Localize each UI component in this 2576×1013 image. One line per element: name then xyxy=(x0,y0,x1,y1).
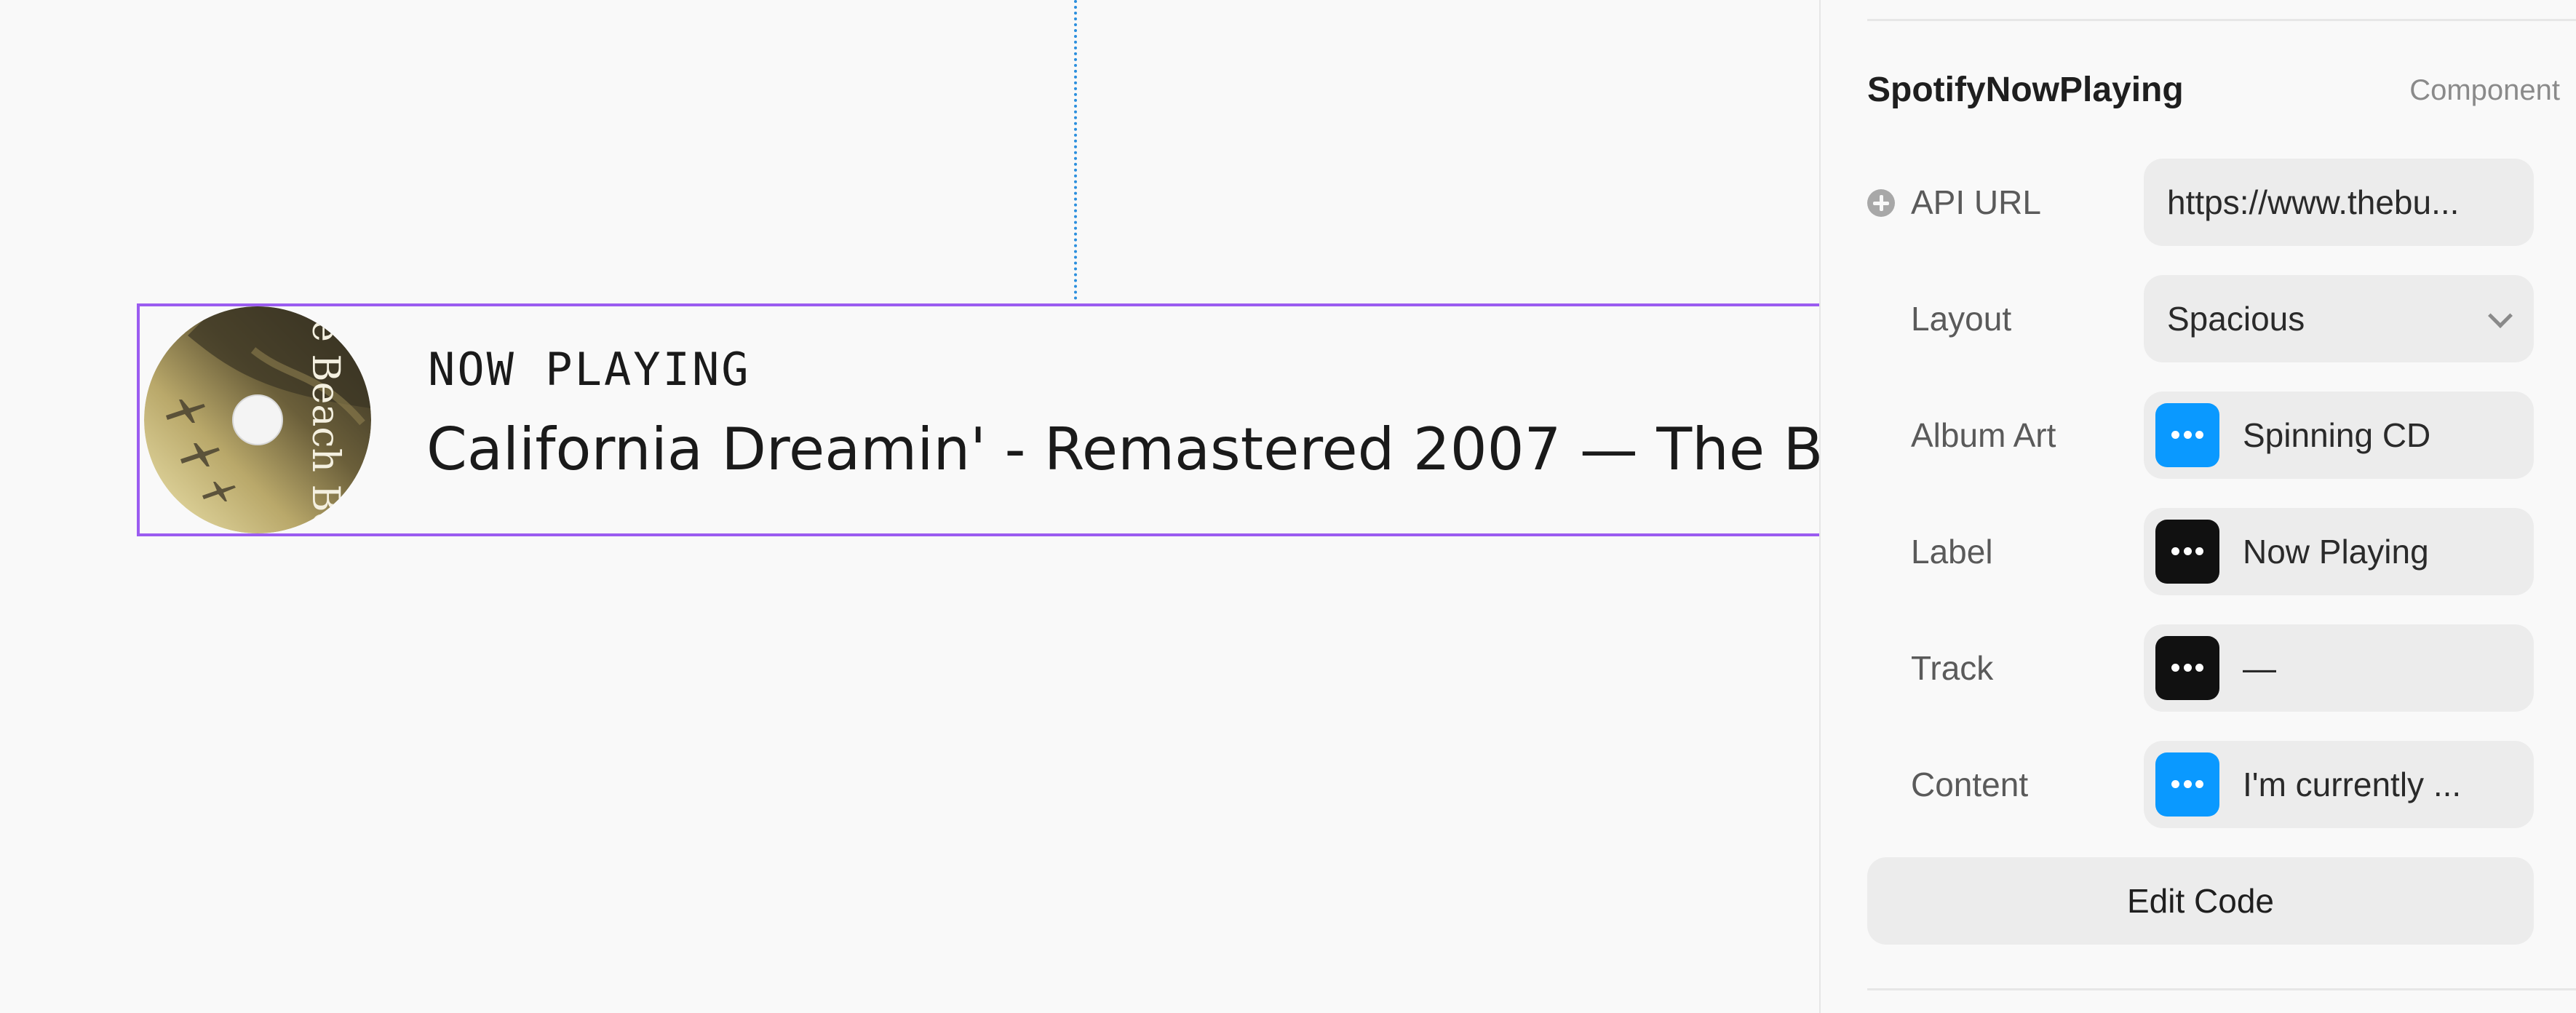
panel-divider-bottom xyxy=(1867,988,2576,990)
layout-guide-line xyxy=(1074,0,1077,300)
property-label-label: Label xyxy=(1911,533,1993,571)
component-kind-label: Component xyxy=(2409,74,2560,106)
album-art-field[interactable]: Spinning CD xyxy=(2144,392,2534,479)
now-playing-label: NOW PLAYING xyxy=(428,343,751,396)
property-label-api-url: API URL xyxy=(1911,183,2041,221)
properties-panel: SpotifyNowPlaying Component API URL http… xyxy=(1819,0,2576,1013)
api-url-value: https://www.thebu... xyxy=(2167,183,2460,221)
layout-select[interactable]: Spacious xyxy=(2144,275,2534,362)
content-field[interactable]: I'm currently ... xyxy=(2144,741,2534,828)
property-row-album-art: Album Art Spinning CD xyxy=(1867,392,2576,479)
more-options-icon[interactable] xyxy=(2155,752,2219,817)
track-value: — xyxy=(2243,649,2276,687)
property-row-api-url: API URL https://www.thebu... xyxy=(1867,159,2576,246)
spinning-cd-album-art: The Beach Boys xyxy=(144,306,371,533)
design-canvas[interactable]: The Beach Boys NOW PLAYING California Dr… xyxy=(0,0,1819,1013)
album-art-text: The Beach Boys xyxy=(303,306,347,533)
label-field[interactable]: Now Playing xyxy=(2144,508,2534,595)
add-property-icon[interactable] xyxy=(1867,189,1895,217)
property-row-label: Label Now Playing xyxy=(1867,508,2576,595)
panel-divider-top xyxy=(1867,19,2576,21)
api-url-input[interactable]: https://www.thebu... xyxy=(2144,159,2534,246)
track-field[interactable]: — xyxy=(2144,624,2534,712)
component-name: SpotifyNowPlaying xyxy=(1867,71,2184,109)
more-options-icon[interactable] xyxy=(2155,403,2219,467)
property-row-track: Track — xyxy=(1867,624,2576,712)
spotify-now-playing-component[interactable]: The Beach Boys NOW PLAYING California Dr… xyxy=(137,303,1819,536)
property-label-track: Track xyxy=(1911,649,1994,687)
content-value: I'm currently ... xyxy=(2243,766,2462,803)
property-label-album-art: Album Art xyxy=(1911,416,2056,454)
more-options-icon[interactable] xyxy=(2155,520,2219,584)
property-label-content: Content xyxy=(1911,766,2029,803)
edit-code-button[interactable]: Edit Code xyxy=(1867,857,2534,945)
more-options-icon[interactable] xyxy=(2155,636,2219,700)
layout-value: Spacious xyxy=(2167,300,2305,338)
now-playing-track: California Dreamin' - Remastered 2007 — … xyxy=(426,416,1819,483)
property-row-layout: Layout Spacious xyxy=(1867,275,2576,362)
album-art-value: Spinning CD xyxy=(2243,416,2431,454)
property-row-content: Content I'm currently ... xyxy=(1867,741,2576,828)
property-label-layout: Layout xyxy=(1911,300,2012,338)
label-value: Now Playing xyxy=(2243,533,2429,571)
